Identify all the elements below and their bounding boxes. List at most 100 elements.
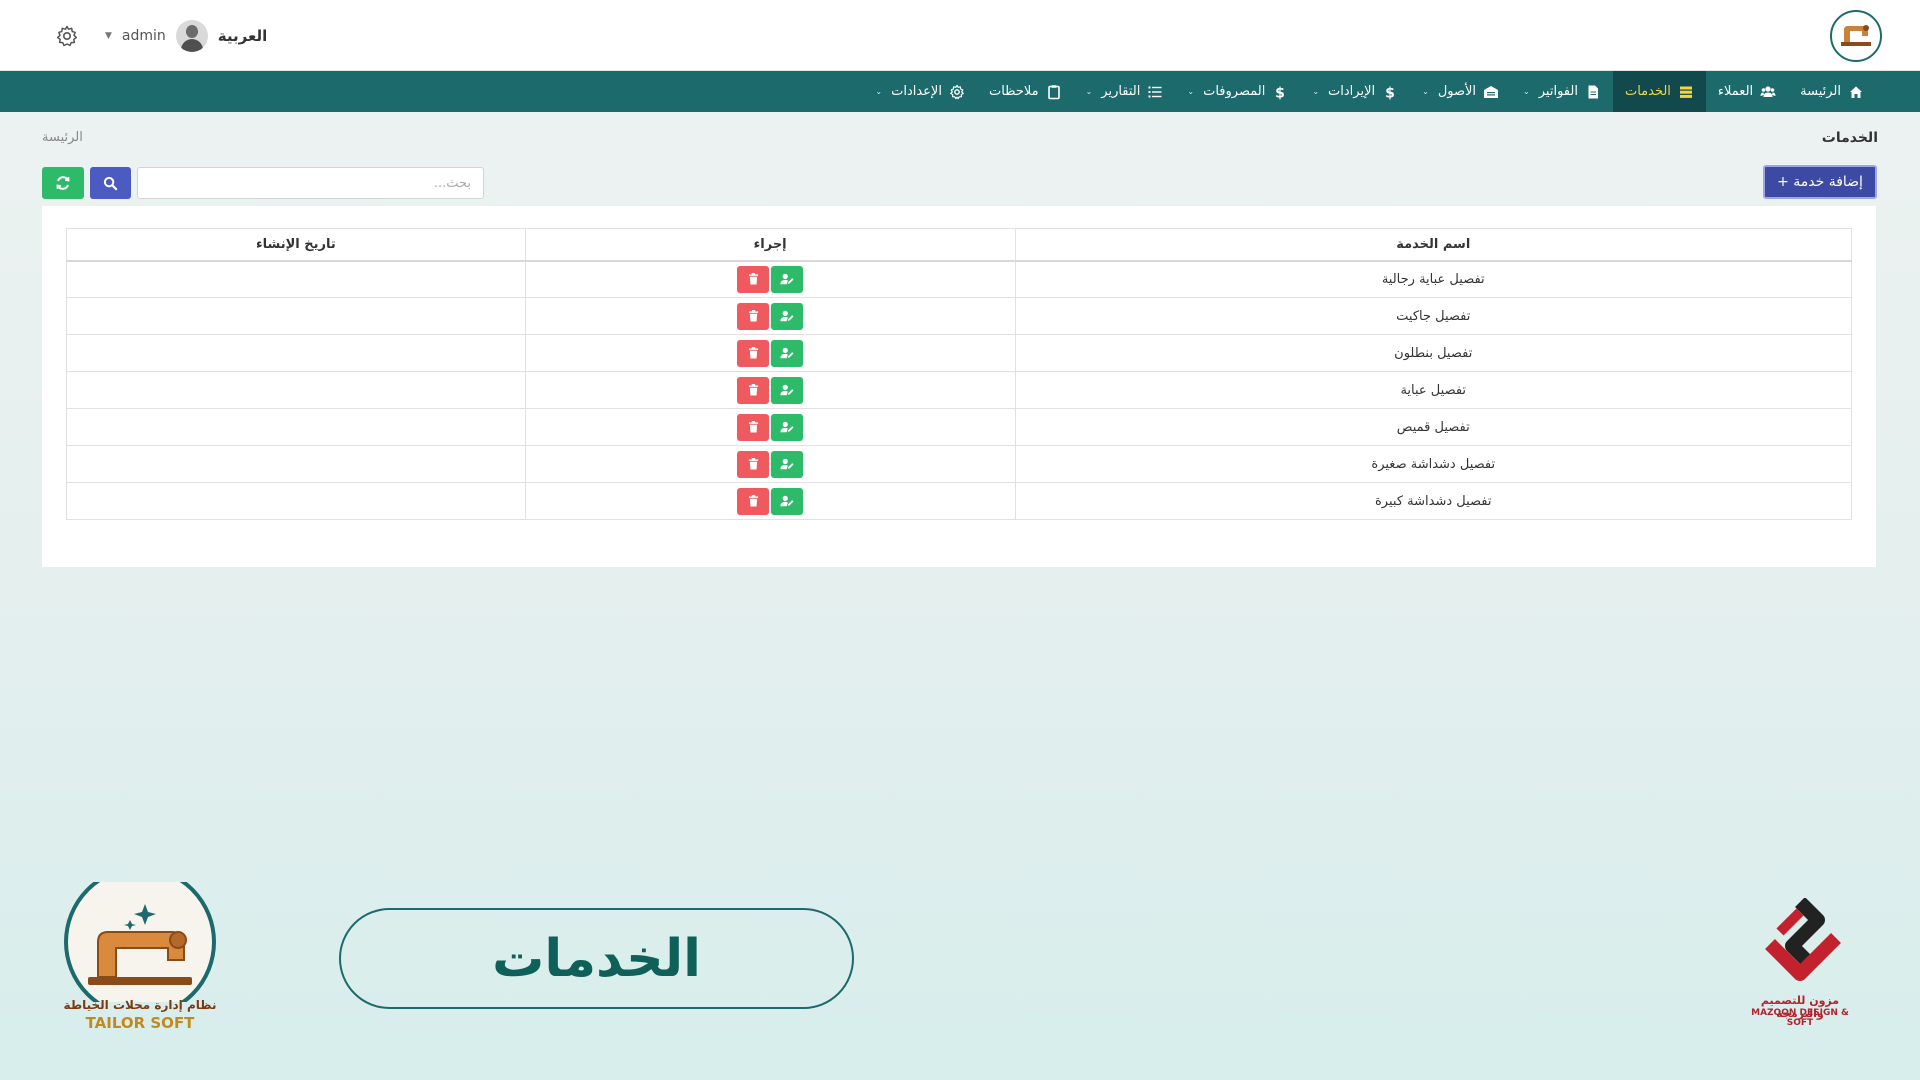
action-cell (524, 482, 1016, 520)
chevron-down-icon: ⌄ (1312, 87, 1320, 96)
service-name-cell: تفصيل عباية رجالية (1014, 260, 1852, 298)
action-cell (524, 334, 1016, 372)
user-edit-icon (780, 347, 794, 359)
tailor-logo-arabic-text: نظام إدارة محلات الخياطة (63, 998, 217, 1012)
nav-item-5[interactable]: $ الإيرادات ⌄ (1300, 71, 1410, 112)
nav-item-label: الرئيسة (1800, 84, 1841, 99)
language-switch[interactable]: العربية (218, 27, 267, 45)
created-date-cell (66, 297, 526, 335)
gear-icon[interactable] (55, 24, 79, 48)
created-date-cell (66, 445, 526, 483)
user-edit-icon (780, 458, 794, 470)
nav-item-label: الفواتير (1538, 84, 1578, 99)
clipboard-icon (1047, 84, 1060, 99)
edit-button[interactable] (771, 265, 804, 293)
nav-item-label: الإيرادات (1328, 84, 1376, 99)
user-edit-icon (780, 310, 794, 322)
top-header: ▼ admin العربية (0, 0, 1920, 71)
service-name-cell: تفصيل عباية (1014, 371, 1852, 409)
table-row: تفصيل جاكيت (66, 297, 1852, 335)
delete-button[interactable] (737, 339, 770, 367)
action-cell (524, 260, 1016, 298)
home-icon (1850, 86, 1862, 98)
page-title: الخدمات (1821, 130, 1878, 146)
main-navbar: الرئيسة العملاء الخدمات الفواتير ⌄ الأصول ⌄ $ ال… (0, 71, 1920, 112)
services-table: اسم الخدمة إجراء تاريخ الإنشاء تفصيل عبا… (66, 228, 1852, 520)
user-area: ▼ admin العربية (105, 19, 267, 53)
table-row: تفصيل دشداشة كبيرة (66, 482, 1852, 520)
user-edit-icon (780, 495, 794, 507)
nav-item-8[interactable]: ملاحظات (977, 71, 1074, 112)
search-button[interactable] (90, 167, 131, 199)
action-cell (524, 371, 1016, 409)
app-logo[interactable] (1830, 10, 1882, 62)
created-date-cell (66, 334, 526, 372)
nav-item-1[interactable]: العملاء (1706, 71, 1788, 112)
trash-icon (748, 384, 758, 396)
table-row: تفصيل دشداشة صغيرة (66, 445, 1852, 483)
nav-item-label: الأصول (1437, 84, 1477, 99)
user-edit-icon (780, 384, 794, 396)
action-cell (524, 445, 1016, 483)
warehouse-icon (1484, 85, 1499, 98)
row-actions (737, 302, 804, 330)
breadcrumb[interactable]: الرئيسة (42, 130, 83, 145)
trash-icon (748, 273, 758, 285)
created-date-cell (66, 371, 526, 409)
trash-icon (748, 458, 758, 470)
nav-item-3[interactable]: الفواتير ⌄ (1511, 71, 1613, 112)
chevron-down-icon: ⌄ (875, 87, 883, 96)
chevron-down-icon: ⌄ (1523, 87, 1530, 96)
search-input[interactable] (137, 167, 484, 199)
delete-button[interactable] (737, 487, 770, 515)
services-card: اسم الخدمة إجراء تاريخ الإنشاء تفصيل عبا… (42, 206, 1876, 567)
search-icon (103, 176, 118, 190)
add-service-button[interactable]: إضافة خدمة + (1763, 165, 1877, 199)
chevron-down-icon[interactable]: ▼ (105, 31, 112, 41)
edit-button[interactable] (771, 413, 804, 441)
action-cell (524, 297, 1016, 335)
avatar[interactable] (175, 20, 208, 52)
row-actions (737, 413, 804, 441)
column-header-date[interactable]: تاريخ الإنشاء (66, 228, 526, 262)
edit-button[interactable] (771, 339, 804, 367)
delete-button[interactable] (737, 413, 770, 441)
nav-item-0[interactable]: الرئيسة (1788, 71, 1876, 112)
edit-button[interactable] (771, 487, 804, 515)
dollar-icon: $ (1275, 85, 1285, 100)
nav-item-7[interactable]: التقارير ⌄ (1074, 71, 1176, 112)
user-name[interactable]: admin (122, 28, 166, 44)
nav-item-4[interactable]: الأصول ⌄ (1410, 71, 1511, 112)
created-date-cell (66, 482, 526, 520)
column-header-name[interactable]: اسم الخدمة (1014, 228, 1852, 262)
delete-button[interactable] (737, 265, 770, 293)
created-date-cell (66, 260, 526, 298)
row-actions (737, 487, 804, 515)
created-date-cell (66, 408, 526, 446)
delete-button[interactable] (737, 302, 770, 330)
row-actions (737, 265, 804, 293)
page-banner: الخدمات (339, 908, 854, 1009)
file-icon (1588, 85, 1598, 98)
action-cell (524, 408, 1016, 446)
tailor-logo-english-text: TAILOR SOFT (85, 1014, 195, 1032)
nav-item-9[interactable]: الإعدادات ⌄ (863, 71, 977, 112)
sewing-machine-logo-icon (64, 866, 216, 1018)
delete-button[interactable] (737, 376, 770, 404)
dollar-icon: $ (1385, 85, 1395, 100)
service-name-cell: تفصيل قميص (1014, 408, 1852, 446)
svg-text:$: $ (1385, 85, 1395, 100)
list-icon (1148, 86, 1162, 97)
table-row: تفصيل عباية (66, 371, 1852, 409)
nav-item-2[interactable]: الخدمات (1612, 71, 1706, 112)
edit-button[interactable] (771, 450, 804, 478)
edit-button[interactable] (771, 376, 804, 404)
service-name-cell: تفصيل جاكيت (1014, 297, 1852, 335)
nav-item-6[interactable]: $ المصروفات ⌄ (1175, 71, 1300, 112)
page-banner-text: الخدمات (492, 928, 701, 989)
delete-button[interactable] (737, 450, 770, 478)
edit-button[interactable] (771, 302, 804, 330)
mazoon-brand-icon (1765, 897, 1841, 981)
refresh-button[interactable] (42, 167, 84, 199)
nav-item-label: العملاء (1717, 84, 1754, 99)
